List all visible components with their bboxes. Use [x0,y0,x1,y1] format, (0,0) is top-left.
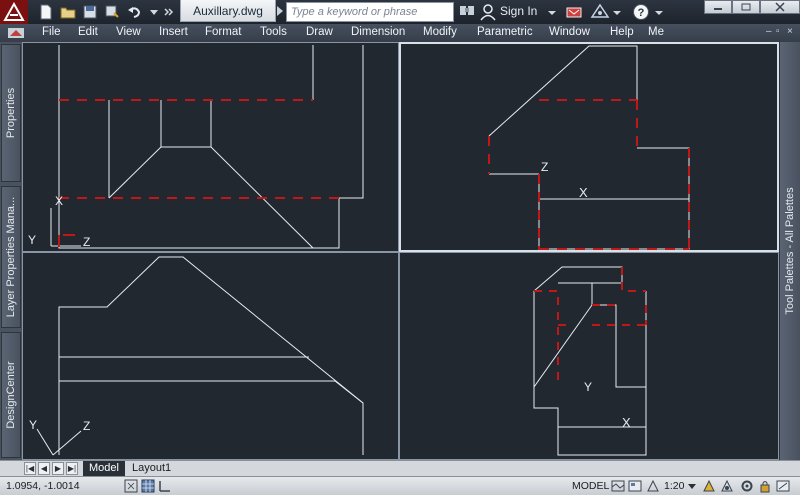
viewport-top-right[interactable]: Z X [399,42,779,252]
auto-scale-icon[interactable] [720,479,734,493]
ortho-icon[interactable] [158,479,172,493]
annotation-scale-value[interactable]: 1:20 [664,480,684,492]
more-icon[interactable] [160,4,176,20]
autocad-window: Auxillary.dwg Type a keyword or phrase S… [0,0,800,495]
drawing-canvas[interactable]: X Y Z Z X Y Z Y X [22,42,779,460]
svg-text:?: ? [638,7,645,19]
menu-draw[interactable]: Draw [306,26,333,38]
ucs-x-label: X [55,194,63,208]
ucs-z-label: Z [83,419,90,433]
menu-help[interactable]: Help [610,26,634,38]
ucs-y-label: Y [584,380,592,394]
save-as-icon[interactable] [104,4,120,20]
menu-window[interactable]: Window [549,26,590,38]
grid-icon[interactable] [141,479,155,493]
menu-me[interactable]: Me [648,26,664,38]
ucs-x-label: X [622,415,631,430]
layout-view-icon[interactable] [628,479,642,493]
user-icon[interactable] [480,3,496,21]
left-palette-bar: Properties Layer Properties Mana... Desi… [0,42,22,460]
menu-format[interactable]: Format [205,26,241,38]
tab-model[interactable]: Model [83,461,125,476]
palette-label: Properties [5,87,17,139]
tab-layout1[interactable]: Layout1 [126,461,177,476]
menu-insert[interactable]: Insert [159,26,188,38]
coordinate-readout: 1.0954, -1.0014 [6,480,80,492]
next-tab-button[interactable]: ▶ [52,462,64,475]
palette-label: Layer Properties Mana... [5,196,17,318]
snap-icon[interactable] [124,479,138,493]
search-expand-icon[interactable] [277,6,283,16]
tool-palettes-tab[interactable]: Tool Palettes - All Palettes [779,42,800,460]
menu-file[interactable]: File [42,26,61,38]
status-bar: 1.0954, -1.0014 MODEL 1:20 [0,476,800,495]
minimize-button[interactable] [704,0,732,14]
menu-tools[interactable]: Tools [260,26,287,38]
maximize-button[interactable] [732,0,760,14]
prev-tab-button[interactable]: ◀ [38,462,50,475]
menu-bar: File Edit View Insert Format Tools Draw … [0,24,800,42]
chevron-down-icon[interactable] [546,3,558,21]
title-bar: Auxillary.dwg Type a keyword or phrase S… [0,0,800,24]
menu-modify[interactable]: Modify [423,26,457,38]
autocad-logo-icon[interactable] [0,0,28,24]
layout-tab-bar: |◀ ◀ ▶ ▶| Model Layout1 [0,460,800,476]
last-tab-button[interactable]: ▶| [66,462,78,475]
menu-parametric[interactable]: Parametric [477,26,533,38]
exchange-icon[interactable] [566,3,582,21]
layer-properties-palette-tab[interactable]: Layer Properties Mana... [1,186,21,328]
sign-in-link[interactable]: Sign In [500,4,537,18]
palette-label: DesignCenter [5,361,17,429]
save-icon[interactable] [82,4,98,20]
ucs-y-label: Y [29,418,37,432]
top-view-drawing: Y X [533,266,647,456]
undo-icon[interactable] [126,4,142,20]
quick-view-icon[interactable] [611,479,625,493]
connect-icon[interactable] [590,3,610,21]
search-input[interactable]: Type a keyword or phrase [286,2,454,22]
chevron-down-icon[interactable] [688,479,696,493]
search-icon[interactable] [458,3,476,21]
menu-edit[interactable]: Edit [78,26,98,38]
chevron-down-icon[interactable] [612,3,622,21]
menu-minimize-icon[interactable]: – [766,27,776,37]
menu-view[interactable]: View [116,26,141,38]
annotation-visibility-icon[interactable] [702,479,716,493]
annotation-scale-icon[interactable] [646,479,660,493]
design-center-palette-tab[interactable]: DesignCenter [1,332,21,458]
workspace-gear-icon[interactable] [740,479,754,493]
properties-palette-tab[interactable]: Properties [1,44,21,182]
chevron-down-icon[interactable] [654,3,664,21]
drawing-icon[interactable] [6,26,28,40]
auxiliary-view-drawing: Z X [488,45,690,250]
ucs-z-label: Z [541,160,548,174]
model-space-toggle[interactable]: MODEL [572,480,609,492]
viewport-top-left[interactable]: X Y Z [22,42,399,252]
menu-close-icon[interactable]: × [787,27,797,37]
file-tab[interactable]: Auxillary.dwg [180,0,276,22]
lock-icon[interactable] [758,479,772,493]
menu-restore-icon[interactable]: ▫ [776,27,786,37]
viewport-bottom-right[interactable]: Y X [399,252,779,460]
open-folder-icon[interactable] [60,4,76,20]
help-icon[interactable]: ? [632,3,650,21]
side-view-drawing: Y Z [29,256,364,456]
ucs-z-label: Z [83,235,90,249]
ucs-x-label: X [579,185,588,200]
palette-label: Tool Palettes - All Palettes [784,187,796,315]
new-file-icon[interactable] [38,4,54,20]
close-button[interactable] [760,0,800,14]
first-tab-button[interactable]: |◀ [24,462,36,475]
clean-screen-icon[interactable] [776,479,790,493]
ucs-y-label: Y [28,233,36,247]
menu-dimension[interactable]: Dimension [351,26,405,38]
front-view-drawing: X Y Z [28,45,364,249]
viewport-bottom-left[interactable]: Y Z [22,252,399,460]
